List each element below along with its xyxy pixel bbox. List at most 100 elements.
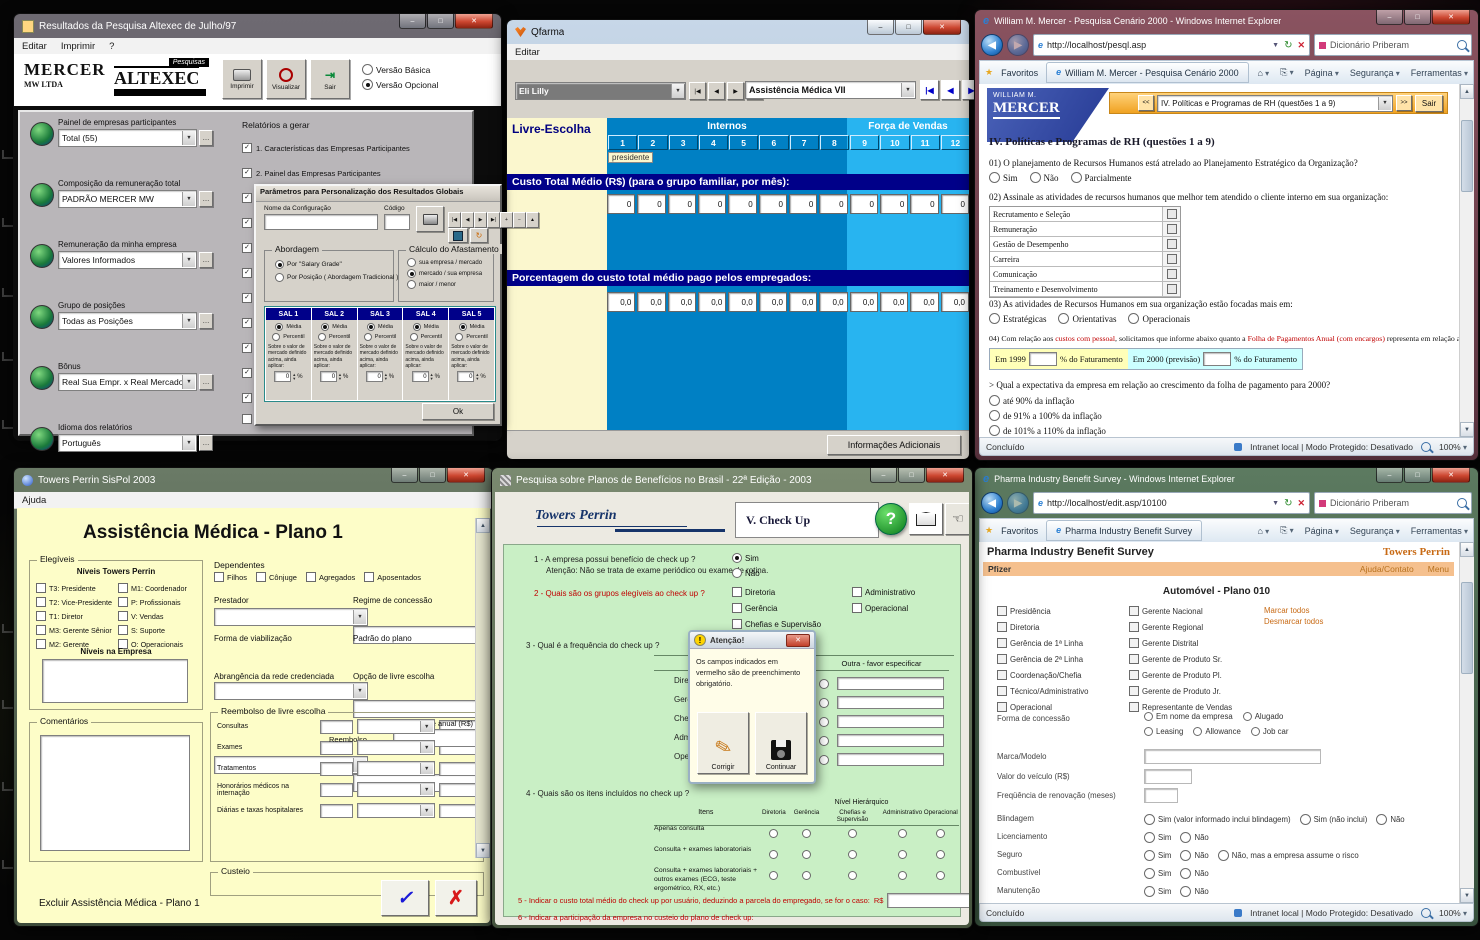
selector-combobox[interactable]: Total (55): [58, 129, 197, 147]
titlebar[interactable]: Resultados da Pesquisa Altexec de Julho/…: [14, 14, 501, 38]
level-checkbox[interactable]: [997, 622, 1007, 632]
scroll-down-icon[interactable]: ▼: [1460, 888, 1474, 903]
titlebar[interactable]: Pesquisa sobre Planos de Benefícios no B…: [492, 468, 972, 492]
menu-ferramentas[interactable]: Ferramentas: [1411, 526, 1468, 536]
maximize-button[interactable]: □: [1404, 10, 1431, 25]
stop-icon[interactable]: ✕: [1297, 40, 1305, 51]
media-radio[interactable]: [367, 323, 375, 331]
maximize-button[interactable]: □: [895, 20, 922, 35]
row-radio[interactable]: [1218, 850, 1229, 861]
excluir-label[interactable]: Excluir Assistência Médica - Plano 1: [39, 898, 200, 909]
report-checkbox[interactable]: [242, 143, 252, 153]
dialog-title[interactable]: Parâmetros para Personalização dos Resul…: [256, 186, 500, 202]
help-button[interactable]: ?: [875, 503, 907, 535]
selector-combobox[interactable]: Valores Informados: [58, 251, 197, 269]
level-checkbox[interactable]: [997, 686, 1007, 696]
q3-radio[interactable]: [1058, 313, 1069, 324]
nivel-checkbox[interactable]: [36, 625, 46, 635]
reembolso-input-1[interactable]: [320, 720, 353, 734]
q2-checkbox[interactable]: [852, 587, 862, 597]
address-bar[interactable]: e http://localhost/pesql.asp ▼ ↻ ✕: [1033, 34, 1310, 56]
report-checkbox[interactable]: [242, 414, 252, 424]
custo-input[interactable]: 0: [698, 194, 726, 214]
nav-button[interactable]: ▶|: [487, 212, 500, 228]
favorites-star-icon[interactable]: ★: [985, 67, 993, 78]
valor-input[interactable]: [1144, 769, 1192, 784]
address-dropdown-icon[interactable]: ▼: [1272, 500, 1279, 507]
menu-ferramentas[interactable]: Ferramentas: [1411, 68, 1468, 78]
maximize-button[interactable]: □: [419, 468, 446, 483]
q4-radio[interactable]: [898, 850, 907, 859]
nivel-checkbox[interactable]: [118, 611, 128, 621]
reembolso-input-1[interactable]: [320, 762, 353, 776]
q2-checkbox[interactable]: [732, 587, 742, 597]
dialog-close-button[interactable]: ✕: [786, 634, 810, 647]
level-checkbox[interactable]: [997, 702, 1007, 712]
reembolso-input-1[interactable]: [320, 783, 353, 797]
favorites-label[interactable]: Favoritos: [1001, 526, 1038, 536]
q3-outra-radio[interactable]: [819, 736, 829, 746]
bar-link[interactable]: Menu: [1428, 564, 1449, 574]
nav-button[interactable]: −: [513, 212, 526, 228]
q4-radio[interactable]: [769, 871, 778, 880]
q3-outra-radio[interactable]: [819, 698, 829, 708]
vertical-scrollbar[interactable]: ▲ ▼: [1459, 84, 1474, 437]
q3-outra-input[interactable]: [837, 677, 944, 690]
level-checkbox[interactable]: [1129, 686, 1139, 696]
report-checkbox[interactable]: [242, 243, 252, 253]
porcentagem-input[interactable]: 0,0: [941, 292, 969, 312]
reembolso-input-2[interactable]: [439, 783, 477, 797]
nivel-checkbox[interactable]: [36, 597, 46, 607]
minimize-button[interactable]: –: [1376, 468, 1403, 483]
record-nav-button[interactable]: |◀: [920, 80, 939, 100]
row-radio[interactable]: [1144, 814, 1155, 825]
custo-input[interactable]: 0: [819, 194, 847, 214]
q4-radio[interactable]: [848, 850, 857, 859]
report-checkbox[interactable]: [242, 318, 252, 328]
q3-outra-input[interactable]: [837, 734, 944, 747]
search-icon[interactable]: [1457, 498, 1467, 508]
scroll-up-icon[interactable]: ▲: [1460, 542, 1474, 557]
favorites-star-icon[interactable]: ★: [985, 525, 993, 536]
q1-radio[interactable]: [1030, 172, 1041, 183]
q3-outra-input[interactable]: [837, 696, 944, 709]
continuar-button[interactable]: Continuar: [755, 712, 807, 774]
selector-more-button[interactable]: …: [199, 252, 213, 268]
confirm-button[interactable]: ✓: [381, 880, 429, 916]
active-tab[interactable]: e Pharma Industry Benefit Survey: [1046, 520, 1202, 541]
niveis-empresa-listbox[interactable]: [42, 659, 188, 703]
porcentagem-input[interactable]: 0,0: [637, 292, 665, 312]
nivel-checkbox[interactable]: [118, 583, 128, 593]
print-menu[interactable]: ⎘: [1280, 525, 1293, 536]
row-radio[interactable]: [1300, 814, 1311, 825]
close-button[interactable]: ✕: [447, 468, 485, 483]
zoom-level[interactable]: 100%: [1439, 908, 1467, 918]
q4-radio[interactable]: [898, 829, 907, 838]
scroll-down-icon[interactable]: ▼: [476, 843, 490, 858]
benefit-combobox[interactable]: Assistência Médica VII: [745, 81, 916, 99]
q4b-radio[interactable]: [989, 425, 1000, 436]
calculo-radio[interactable]: [407, 269, 416, 278]
nav-button[interactable]: ▲: [526, 212, 539, 228]
row-radio[interactable]: [1180, 868, 1191, 879]
record-nav-button[interactable]: ◀: [708, 82, 725, 100]
percentil-radio[interactable]: [455, 333, 463, 341]
section-next-button[interactable]: >>: [1396, 95, 1412, 111]
percentil-radio[interactable]: [410, 333, 418, 341]
vertical-scrollbar[interactable]: ▲ ▼: [1459, 542, 1474, 903]
custo-input[interactable]: 0: [789, 194, 817, 214]
row-radio[interactable]: [1144, 832, 1155, 843]
additional-info-button[interactable]: Informações Adicionais: [827, 435, 961, 455]
close-button[interactable]: ✕: [926, 468, 964, 483]
level-checkbox[interactable]: [1129, 638, 1139, 648]
address-bar[interactable]: e http://localhost/edit.asp/10100 ▼ ↻ ✕: [1033, 492, 1310, 514]
search-box[interactable]: Dicionário Priberam: [1314, 492, 1472, 514]
q4-radio[interactable]: [802, 871, 811, 880]
exit-button[interactable]: ⇥ Sair: [310, 59, 350, 99]
menu-seguranca[interactable]: Segurança: [1350, 526, 1400, 536]
version-radio[interactable]: [362, 64, 373, 75]
selector-more-button[interactable]: …: [199, 374, 213, 390]
row-radio[interactable]: [1180, 850, 1191, 861]
scroll-up-icon[interactable]: ▲: [1460, 84, 1474, 99]
forward-button[interactable]: ▶: [1007, 34, 1029, 56]
